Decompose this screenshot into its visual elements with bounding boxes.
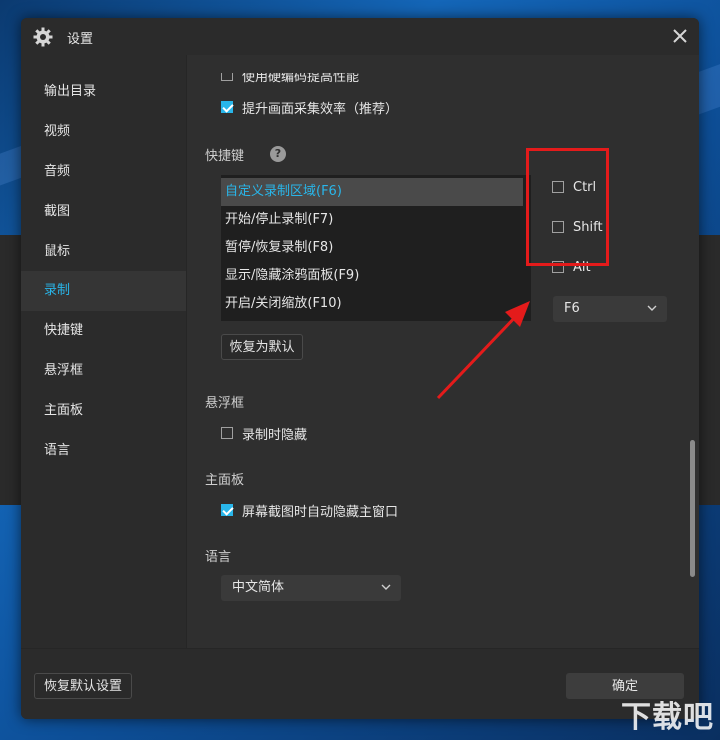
help-icon[interactable]: ? (270, 146, 286, 162)
sidebar-item-label: 语言 (44, 443, 71, 458)
sidebar-item-label: 视频 (44, 124, 71, 139)
gear-icon (33, 27, 53, 47)
dialog-footer: 恢复默认设置 确定 (21, 648, 699, 719)
reset-hotkeys-button[interactable]: 恢复为默认 (221, 334, 303, 360)
watermark-logo: 下载吧 (621, 700, 714, 735)
hw-encode-label: 使用硬编码提高性能 (242, 69, 360, 85)
hotkey-item-label: 开启/关闭缩放(F10) (225, 296, 342, 311)
hotkey-item-label: 显示/隐藏涂鸦面板(F9) (225, 268, 360, 283)
sidebar-item-label: 录制 (44, 283, 71, 298)
sidebar-item-label: 快捷键 (44, 323, 84, 338)
hide-when-recording-checkbox[interactable] (221, 427, 233, 439)
settings-content: 使用硬编码提高性能 提升画面采集效率（推荐） 快捷键 ? 自定义录制区域(F6)… (187, 55, 699, 648)
chevron-down-icon (381, 584, 391, 590)
sidebar-item-label: 鼠标 (44, 244, 71, 259)
hotkey-item-custom-region[interactable]: 自定义录制区域(F6) (221, 178, 523, 206)
hotkey-item-start-stop[interactable]: 开始/停止录制(F7) (221, 206, 523, 234)
hotkey-item-zoom[interactable]: 开启/关闭缩放(F10) (221, 290, 523, 318)
hotkey-key-value: F6 (564, 301, 580, 316)
hide-when-recording-option[interactable]: 录制时隐藏 (221, 423, 307, 443)
language-value: 中文简体 (232, 580, 285, 595)
sidebar-item-label: 主面板 (44, 403, 84, 418)
settings-dialog: 设置 输出目录 视频 音频 截图 鼠标 录制 快捷键 悬浮框 主面板 语言 使用… (21, 18, 699, 719)
sidebar-item-main-panel[interactable]: 主面板 (21, 391, 186, 431)
sidebar-item-label: 音频 (44, 164, 71, 179)
sidebar-item-output-dir[interactable]: 输出目录 (21, 72, 186, 112)
auto-hide-main-label: 屏幕截图时自动隐藏主窗口 (242, 504, 399, 520)
sidebar-item-label: 悬浮框 (44, 363, 84, 378)
sidebar-item-video[interactable]: 视频 (21, 112, 186, 152)
capture-efficiency-option[interactable]: 提升画面采集效率（推荐） (221, 97, 398, 117)
dialog-title: 设置 (67, 32, 94, 47)
sidebar-item-floating[interactable]: 悬浮框 (21, 351, 186, 391)
sidebar-item-recording[interactable]: 录制 (21, 271, 186, 311)
reset-all-button[interactable]: 恢复默认设置 (34, 673, 132, 699)
hotkey-key-select[interactable]: F6 (553, 296, 667, 322)
capture-efficiency-label: 提升画面采集效率（推荐） (242, 101, 399, 117)
hide-when-recording-label: 录制时隐藏 (242, 427, 308, 443)
capture-efficiency-checkbox[interactable] (221, 101, 233, 113)
background-window-left (0, 235, 21, 505)
sidebar-item-mouse[interactable]: 鼠标 (21, 232, 186, 272)
chevron-down-icon (647, 305, 657, 311)
floating-section-title: 悬浮框 (205, 396, 245, 411)
sidebar-item-label: 截图 (44, 204, 71, 219)
close-icon[interactable] (669, 25, 691, 47)
annotation-highlight-box (526, 148, 609, 266)
sidebar: 输出目录 视频 音频 截图 鼠标 录制 快捷键 悬浮框 主面板 语言 (21, 55, 186, 648)
main-panel-section-title: 主面板 (205, 473, 245, 488)
title-bar: 设置 (21, 18, 699, 55)
hotkey-item-label: 暂停/恢复录制(F8) (225, 240, 334, 255)
sidebar-item-hotkeys[interactable]: 快捷键 (21, 311, 186, 351)
sidebar-item-screenshot[interactable]: 截图 (21, 192, 186, 232)
auto-hide-main-option[interactable]: 屏幕截图时自动隐藏主窗口 (221, 500, 398, 520)
hotkey-item-pause-resume[interactable]: 暂停/恢复录制(F8) (221, 234, 523, 262)
content-scrollbar[interactable] (690, 440, 695, 577)
hotkey-item-doodle-panel[interactable]: 显示/隐藏涂鸦面板(F9) (221, 262, 523, 290)
sidebar-item-language[interactable]: 语言 (21, 431, 186, 471)
hotkey-list: 自定义录制区域(F6) 开始/停止录制(F7) 暂停/恢复录制(F8) 显示/隐… (221, 175, 531, 321)
hotkeys-section-title: 快捷键 (205, 149, 245, 164)
hotkey-item-label: 自定义录制区域(F6) (225, 184, 342, 199)
language-select[interactable]: 中文简体 (221, 575, 401, 601)
hw-encode-option[interactable]: 使用硬编码提高性能 (221, 69, 360, 85)
auto-hide-main-checkbox[interactable] (221, 504, 233, 516)
background-window-right (699, 235, 720, 505)
language-section-title: 语言 (205, 550, 232, 565)
hw-encode-checkbox[interactable] (221, 73, 233, 81)
sidebar-item-label: 输出目录 (44, 84, 97, 99)
hotkey-item-label: 开始/停止录制(F7) (225, 212, 334, 227)
sidebar-item-audio[interactable]: 音频 (21, 152, 186, 192)
